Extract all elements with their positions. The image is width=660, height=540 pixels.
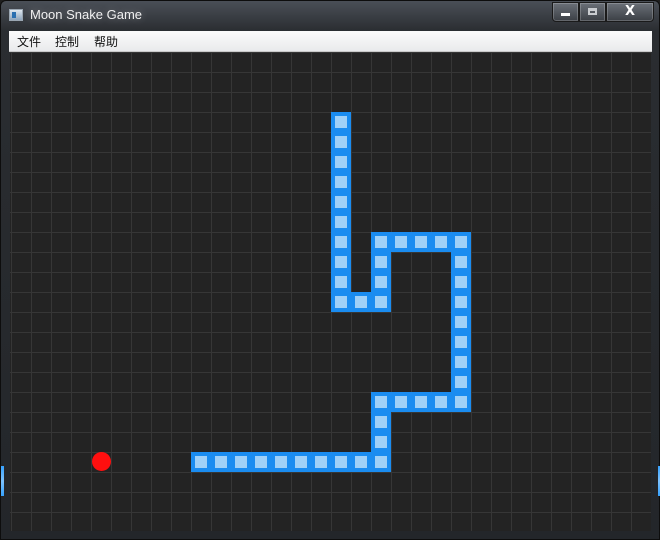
menu-bar: 文件 控制 帮助: [9, 31, 652, 52]
minimize-button[interactable]: [552, 2, 579, 22]
game-board[interactable]: [10, 52, 651, 531]
snake-segment: [251, 452, 271, 472]
snake-segment: [451, 272, 471, 292]
snake-segment: [371, 392, 391, 412]
snake-segment: [331, 132, 351, 152]
snake-segment: [451, 252, 471, 272]
snake-segment: [371, 232, 391, 252]
menu-control[interactable]: 控制: [54, 33, 80, 50]
snake-segment: [451, 292, 471, 312]
snake-segment: [331, 152, 351, 172]
menu-help[interactable]: 帮助: [93, 33, 119, 50]
snake-segment: [291, 452, 311, 472]
snake-segment: [231, 452, 251, 472]
snake-segment: [391, 232, 411, 252]
snake-segment: [371, 452, 391, 472]
snake-segment: [451, 372, 471, 392]
title-bar[interactable]: Moon Snake Game X: [1, 1, 659, 31]
snake-segment: [451, 312, 471, 332]
snake-segment: [331, 192, 351, 212]
snake-segment: [351, 452, 371, 472]
snake-segment: [331, 252, 351, 272]
snake-segment: [411, 232, 431, 252]
food-pellet: [92, 452, 111, 471]
snake-segment: [331, 272, 351, 292]
snake-segment: [371, 432, 391, 452]
window-title: Moon Snake Game: [30, 7, 143, 22]
snake-segment: [431, 232, 451, 252]
menu-file[interactable]: 文件: [16, 33, 42, 50]
snake-segment: [451, 352, 471, 372]
snake-segment: [271, 452, 291, 472]
snake-segment: [451, 332, 471, 352]
snake-head: [331, 112, 351, 132]
snake-segment: [411, 392, 431, 412]
maximize-icon: [588, 8, 597, 15]
snake-segment: [351, 292, 371, 312]
app-icon[interactable]: [9, 9, 23, 21]
snake-segment: [371, 292, 391, 312]
snake-segment: [311, 452, 331, 472]
snake-segment: [371, 412, 391, 432]
snake-segment: [331, 452, 351, 472]
snake-segment: [331, 292, 351, 312]
snake-segment: [331, 172, 351, 192]
snake-segment: [331, 232, 351, 252]
snake-segment: [371, 252, 391, 272]
close-icon: X: [624, 4, 636, 19]
snake-segment: [391, 392, 411, 412]
snake-segment: [371, 272, 391, 292]
snake-segment: [451, 392, 471, 412]
close-button[interactable]: X: [606, 2, 654, 22]
snake-segment: [211, 452, 231, 472]
snake-segment: [191, 452, 211, 472]
left-edge-glow: [1, 466, 4, 496]
snake-segment: [451, 232, 471, 252]
snake-segment: [431, 392, 451, 412]
snake-segment: [331, 212, 351, 232]
minimize-icon: [561, 13, 570, 16]
maximize-button[interactable]: [579, 2, 606, 22]
app-window: Moon Snake Game X 文件 控制 帮助: [0, 0, 660, 540]
